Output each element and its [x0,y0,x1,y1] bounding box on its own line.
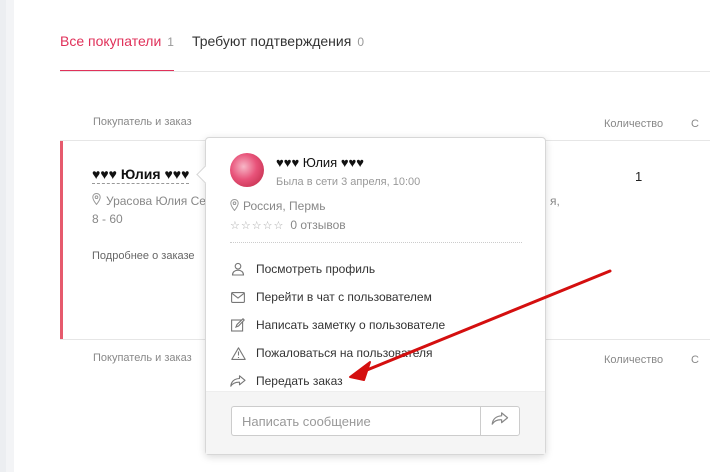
envelope-icon [230,289,246,305]
avatar[interactable] [230,153,264,187]
order-details-link[interactable]: Подробнее о заказе [92,250,195,262]
send-button[interactable] [480,406,520,436]
popover-location-text: Россия, Пермь [243,199,326,213]
forward-icon [230,373,246,389]
address-line2: 8 - 60 [92,212,123,226]
tab-need-confirmation-label: Требуют подтверждения [191,33,352,49]
order-highlight-bar [60,141,63,339]
menu-item-label: Пожаловаться на пользователя [256,346,433,360]
col-header-quantity: Количество [604,118,664,130]
popover-divider [230,242,522,243]
menu-item-report-user[interactable]: Пожаловаться на пользователя [230,339,445,367]
menu-item-write-note[interactable]: Написать заметку о пользователе [230,311,445,339]
tab-all-buyers[interactable]: Все покупатели 1 [60,33,174,73]
col-header-next-bottom: С [691,354,699,366]
popover-user-name: ♥♥♥ Юлия ♥♥♥ [276,155,364,170]
menu-item-open-chat[interactable]: Перейти в чат с пользователем [230,283,445,311]
col-header-quantity-bottom: Количество [604,354,664,366]
tab-all-buyers-label: Все покупатели [60,33,162,49]
col-header-buyer: Покупатель и заказ [93,116,192,128]
address-line1: Урасова Юлия Се [106,194,206,208]
message-input[interactable] [231,406,481,436]
menu-item-label: Передать заказ [256,374,343,388]
col-header-buyer-bottom: Покупатель и заказ [93,352,192,364]
popover-location: Россия, Пермь [230,198,326,214]
address-tail: я, [550,194,560,208]
menu-item-label: Посмотреть профиль [256,262,376,276]
warning-icon [230,345,246,361]
left-strip [0,0,6,472]
order-quantity: 1 [635,169,643,184]
popover-reviews-count[interactable]: 0 отзывов [290,218,345,232]
tabs-divider [60,71,710,72]
edit-icon [230,317,246,333]
tab-need-confirmation[interactable]: Требуют подтверждения 0 [192,33,364,73]
menu-item-label: Написать заметку о пользователе [256,318,446,332]
tabs-bar: Все покупатели 1 Требуют подтверждения 0 [60,33,364,73]
user-popover: ♥♥♥ Юлия ♥♥♥ Была в сети 3 апреля, 10:00… [205,137,546,455]
location-pin-icon [92,192,101,210]
user-icon [230,261,246,277]
tab-all-buyers-count: 1 [167,35,174,49]
menu-item-view-profile[interactable]: Посмотреть профиль [230,255,445,283]
col-header-next: С [691,118,699,130]
popover-footer [206,391,545,454]
location-pin-icon [230,198,239,214]
menu-item-label: Перейти в чат с пользователем [256,290,432,304]
rating-stars-icon: ☆☆☆☆☆ [230,220,285,232]
popover-rating: ☆☆☆☆☆ 0 отзывов [230,218,346,232]
popover-menu: Посмотреть профиль Перейти в чат с польз… [230,255,445,395]
buyer-name-link[interactable]: ♥♥♥ Юлия ♥♥♥ [92,166,190,184]
send-icon [491,412,509,430]
tab-need-confirmation-count: 0 [357,35,365,49]
popover-last-seen: Была в сети 3 апреля, 10:00 [276,176,421,188]
